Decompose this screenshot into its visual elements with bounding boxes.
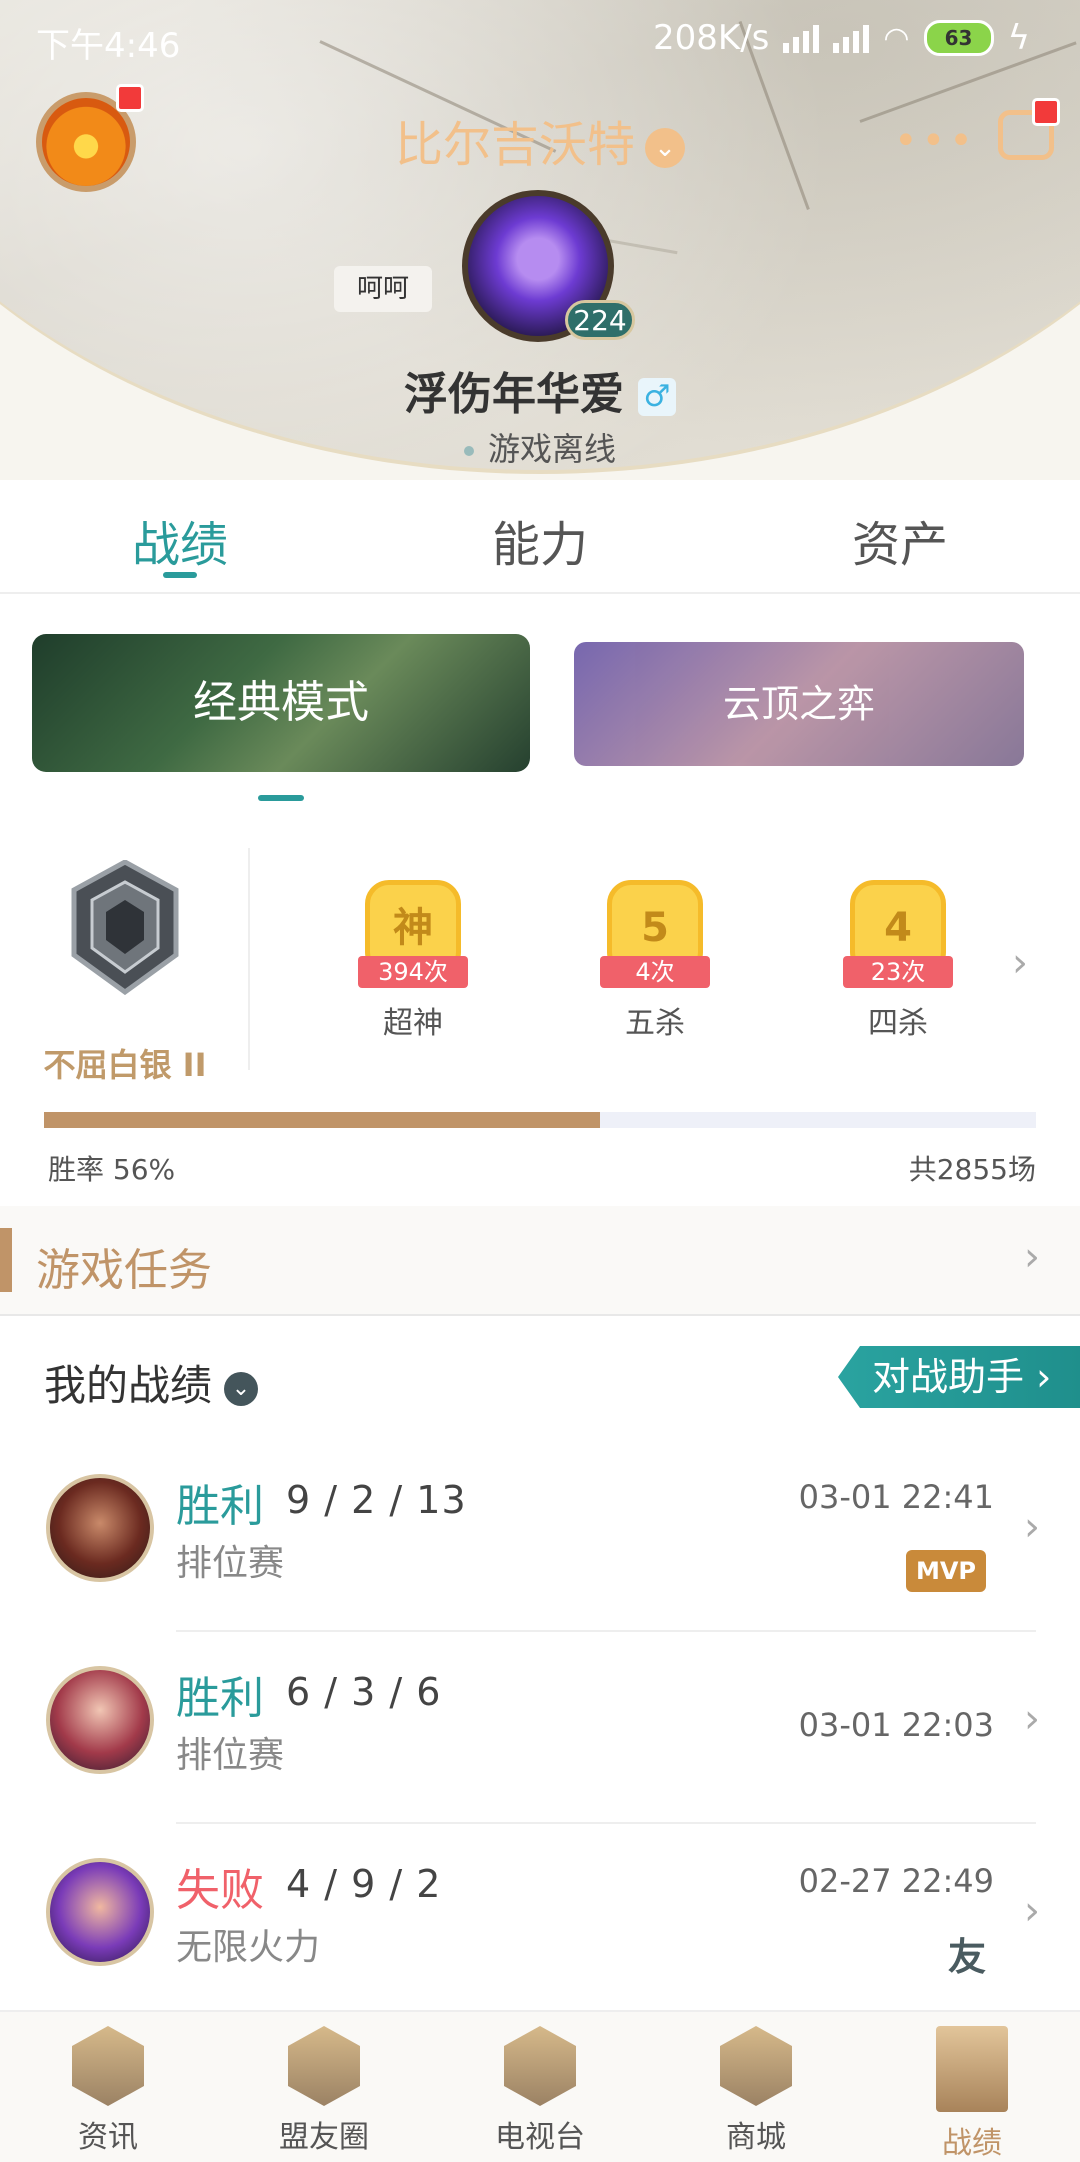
tab-assets[interactable]: 资产 — [720, 505, 1080, 575]
battery-icon: 63 — [923, 20, 994, 56]
match-kda: 9 / 2 / 13 — [286, 1478, 467, 1522]
match-date: 03-01 22:41 — [798, 1478, 994, 1516]
chevron-right-icon[interactable]: › — [1012, 940, 1028, 986]
chevron-down-icon: ⌄ — [224, 1371, 259, 1406]
match-date: 02-27 22:49 — [798, 1862, 994, 1900]
match-queue: 排位赛 — [176, 1735, 285, 1776]
more-menu-icon[interactable]: ••• — [894, 118, 977, 164]
achievement-legendary[interactable]: 神 394次 超神 — [348, 880, 478, 1042]
records-icon — [936, 2026, 1008, 2112]
achievement-pentakill[interactable]: 5 4次 五杀 — [590, 880, 720, 1042]
match-kda: 6 / 3 / 6 — [286, 1670, 442, 1714]
champion-avatar — [46, 1858, 154, 1966]
match-result: 胜利 — [176, 1481, 264, 1532]
tv-icon — [504, 2026, 576, 2106]
chevron-down-icon: ⌄ — [645, 128, 685, 168]
news-icon — [72, 2026, 144, 2106]
charging-icon: ϟ — [1007, 18, 1030, 58]
nav-label: 战绩 — [942, 2126, 1002, 2161]
match-queue: 无限火力 — [176, 1927, 321, 1968]
match-row[interactable]: 失败 4 / 9 / 2 无限火力 02-27 22:49 友 › — [0, 1824, 1080, 2016]
nav-label: 资讯 — [78, 2120, 138, 2155]
level-badge: 224 — [565, 300, 635, 340]
tab-ability[interactable]: 能力 — [360, 505, 720, 575]
achievement-label: 五杀 — [625, 1006, 685, 1041]
gender-male-icon: ♂ — [638, 378, 676, 416]
status-indicators: 208K/s ◠ 63 ϟ — [653, 18, 1030, 58]
status-dot-icon — [463, 446, 474, 456]
signature-bubble[interactable]: 呵呵 — [334, 266, 432, 312]
friends-circle-icon — [288, 2026, 360, 2106]
wifi-icon: ◠ — [883, 20, 910, 56]
mode-active-indicator — [258, 795, 304, 801]
my-records-label: 我的战绩 — [44, 1361, 213, 1410]
match-result: 失败 — [176, 1865, 264, 1916]
rank-emblem-icon — [71, 860, 179, 995]
divider — [0, 1314, 1080, 1316]
mode-card-tft[interactable]: 云顶之弈 — [574, 642, 1024, 766]
server-name: 比尔吉沃特 — [394, 117, 635, 173]
mode-card-classic[interactable]: 经典模式 — [32, 634, 530, 772]
tab-active-indicator — [163, 572, 197, 578]
nav-news[interactable]: 资讯 — [0, 2012, 216, 2162]
my-records-title[interactable]: 我的战绩 ⌄ — [44, 1352, 259, 1413]
match-row[interactable]: 胜利 9 / 2 / 13 排位赛 03-01 22:41 MVP › — [0, 1440, 1080, 1632]
chevron-right-icon: › — [1024, 1888, 1040, 1934]
win-rate-bar — [44, 1112, 1036, 1128]
nickname: 浮伤年华爱 ♂ — [0, 358, 1080, 422]
bottom-navigation: 资讯 盟友圈 电视台 商城 战绩 — [0, 2010, 1080, 2162]
friend-badge: 友 — [948, 1935, 987, 1979]
match-result: 胜利 — [176, 1673, 264, 1724]
match-queue: 排位赛 — [176, 1543, 285, 1584]
battle-assistant-button[interactable]: 对战助手 › — [838, 1346, 1080, 1408]
divider — [0, 592, 1080, 594]
online-status-text: 游戏离线 — [487, 430, 616, 468]
champion-avatar — [46, 1666, 154, 1774]
match-row[interactable]: 胜利 6 / 3 / 6 排位赛 03-01 22:03 › — [0, 1632, 1080, 1824]
win-rate-text: 胜率 56% — [48, 1153, 176, 1186]
shop-icon — [720, 2026, 792, 2106]
game-tasks-label: 游戏任务 — [36, 1245, 212, 1296]
chevron-right-icon: › — [1024, 1696, 1040, 1742]
achievement-count: 23次 — [843, 956, 953, 988]
nickname-text: 浮伤年华爱 — [404, 369, 624, 420]
signal-icon — [783, 23, 820, 53]
achievement-count: 4次 — [600, 956, 710, 988]
match-kda: 4 / 9 / 2 — [286, 1862, 442, 1906]
signal-icon-2 — [833, 23, 870, 53]
achievement-quadrakill[interactable]: 4 23次 四杀 — [833, 880, 963, 1042]
achievement-label: 四杀 — [868, 1006, 928, 1041]
match-date: 03-01 22:03 — [798, 1706, 994, 1744]
achievement-label: 超神 — [383, 1006, 443, 1041]
nav-label: 盟友圈 — [279, 2120, 369, 2155]
nav-records[interactable]: 战绩 — [864, 2012, 1080, 2162]
win-rate-fill — [44, 1112, 600, 1128]
achievement-count: 394次 — [358, 956, 468, 988]
game-tasks-row[interactable]: 游戏任务 › — [0, 1206, 1080, 1314]
rank-name: 不屈白银 II — [43, 1046, 207, 1084]
chevron-right-icon: › — [1024, 1234, 1040, 1280]
nav-label: 商城 — [726, 2120, 786, 2155]
mvp-badge-icon: MVP — [906, 1550, 986, 1592]
nav-friends[interactable]: 盟友圈 — [216, 2012, 432, 2162]
online-status: 游戏离线 — [0, 424, 1080, 470]
chat-notification-dot — [1032, 98, 1060, 126]
tab-records[interactable]: 战绩 — [0, 505, 360, 575]
status-time: 下午4:46 — [36, 26, 181, 66]
chevron-right-icon: › — [1024, 1504, 1040, 1550]
total-games-text: 共2855场 — [908, 1153, 1036, 1186]
network-speed: 208K/s — [653, 18, 770, 58]
divider — [248, 848, 250, 1070]
nav-tv[interactable]: 电视台 — [432, 2012, 648, 2162]
nav-label: 电视台 — [495, 2120, 585, 2155]
accent-bar — [0, 1228, 12, 1292]
champion-avatar — [46, 1474, 154, 1582]
nav-shop[interactable]: 商城 — [648, 2012, 864, 2162]
